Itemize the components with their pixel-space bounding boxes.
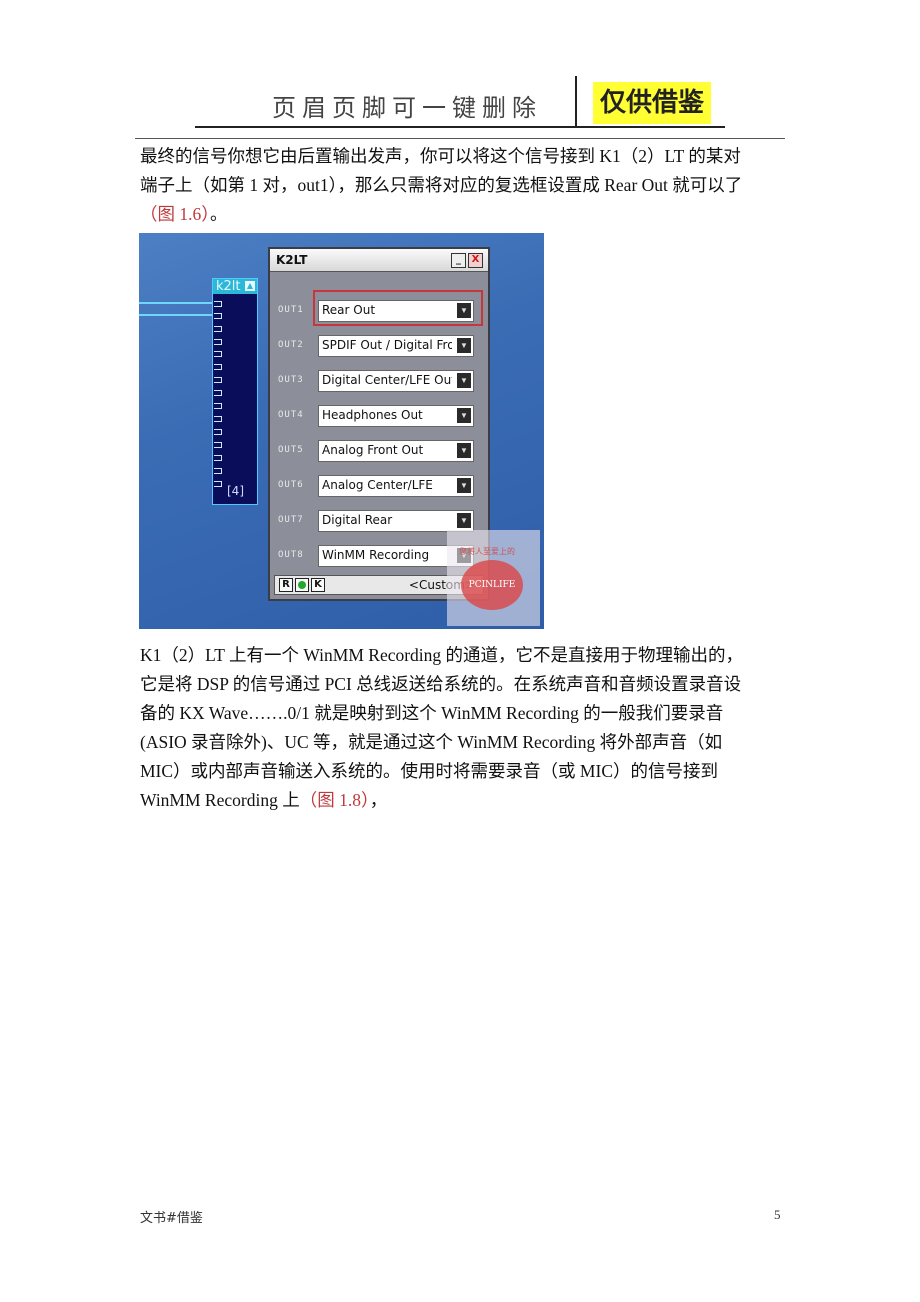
green-dot-button[interactable] [295, 578, 309, 592]
collapse-arrow-icon[interactable]: ▲ [245, 281, 255, 291]
close-button[interactable]: X [468, 253, 483, 268]
figure-ref-1-8: （图 1.8） [299, 790, 370, 810]
output-label: OUT3 [278, 375, 304, 385]
watermark: 您将人至爱上的 PCINLIFE [447, 530, 540, 626]
port[interactable] [214, 481, 222, 487]
output-7-select[interactable]: Digital Rear ▼ [318, 510, 474, 532]
port[interactable] [214, 339, 222, 345]
port[interactable] [214, 313, 222, 319]
k-button[interactable]: K [311, 578, 325, 592]
paragraph-2-line: (ASIO 录音除外)、UC 等，就是通过这个 WinMM Recording … [140, 732, 723, 752]
output-row-6: OUT6 Analog Center/LFE ▼ [278, 475, 478, 497]
k2lt-node-label: [4] [227, 484, 244, 498]
connection-wire [139, 302, 217, 304]
output-6-select[interactable]: Analog Center/LFE ▼ [318, 475, 474, 497]
window-title: K2LT [276, 253, 308, 267]
paragraph-2-line: WinMM Recording 上 [140, 790, 300, 810]
output-label: OUT4 [278, 410, 304, 420]
dropdown-arrow-icon[interactable]: ▼ [457, 373, 471, 388]
watermark-logo: PCINLIFE [461, 560, 523, 610]
port[interactable] [214, 442, 222, 448]
output-3-select[interactable]: Digital Center/LFE Out ▼ [318, 370, 474, 392]
footer-text: 文书#借鉴 [140, 1211, 203, 1226]
output-2-select[interactable]: SPDIF Out / Digital Fro ▼ [318, 335, 474, 357]
port[interactable] [214, 377, 222, 383]
paragraph-2: K1（2）LT 上有一个 WinMM Recording 的通道，它不是直接用于… [140, 641, 790, 815]
paragraph-1-line-1: 最终的信号你想它由后置输出发声，你可以将这个信号接到 K1（2）LT 的某对 [140, 146, 741, 166]
punct: ， [369, 790, 388, 810]
port[interactable] [214, 351, 222, 357]
port[interactable] [214, 468, 222, 474]
punct: 。 [210, 204, 228, 224]
minimize-button[interactable]: _ [451, 253, 466, 268]
output-label: OUT8 [278, 550, 304, 560]
window-titlebar: K2LT _ X [270, 249, 488, 272]
output-1-select[interactable]: Rear Out ▼ [318, 300, 474, 322]
port[interactable] [214, 403, 222, 409]
dropdown-arrow-icon[interactable]: ▼ [457, 303, 471, 318]
output-label: OUT7 [278, 515, 304, 525]
watermark-text: 您将人至爱上的 [459, 547, 515, 556]
k2lt-node[interactable]: k2lt ▲ [4] [212, 278, 258, 505]
reset-button[interactable]: R [279, 578, 293, 592]
output-5-select[interactable]: Analog Front Out ▼ [318, 440, 474, 462]
output-4-select[interactable]: Headphones Out ▼ [318, 405, 474, 427]
output-row-3: OUT3 Digital Center/LFE Out ▼ [278, 370, 478, 392]
port[interactable] [214, 416, 222, 422]
paragraph-2-line: MIC）或内部声音输送入系统的。使用时将需要录音（或 MIC）的信号接到 [140, 761, 718, 781]
connection-wire [139, 314, 217, 316]
output-row-4: OUT4 Headphones Out ▼ [278, 405, 478, 427]
header-divider [575, 76, 577, 126]
header-underline [135, 138, 785, 139]
port[interactable] [214, 326, 222, 332]
output-label: OUT1 [278, 305, 304, 315]
output-row-7: OUT7 Digital Rear ▼ [278, 510, 478, 532]
output-row-5: OUT5 Analog Front Out ▼ [278, 440, 478, 462]
paragraph-1-line-2: 端子上（如第 1 对，out1），那么只需将对应的复选框设置成 Rear Out… [140, 175, 743, 195]
dropdown-arrow-icon[interactable]: ▼ [457, 338, 471, 353]
port[interactable] [214, 301, 222, 307]
output-row-2: OUT2 SPDIF Out / Digital Fro ▼ [278, 335, 478, 357]
output-label: OUT6 [278, 480, 304, 490]
paragraph-2-line: K1（2）LT 上有一个 WinMM Recording 的通道，它不是直接用于… [140, 645, 744, 665]
paragraph-2-line: 备的 KX Wave…….0/1 就是映射到这个 WinMM Recording… [140, 703, 724, 723]
page-number: 5 [774, 1207, 781, 1222]
header-badge: 仅供借鉴 [593, 82, 711, 124]
paragraph-2-line: 它是将 DSP 的信号通过 PCI 总线返送给系统的。在系统声音和音频设置录音设 [140, 674, 742, 694]
paragraph-1: 最终的信号你想它由后置输出发声，你可以将这个信号接到 K1（2）LT 的某对 端… [140, 142, 790, 229]
dropdown-arrow-icon[interactable]: ▼ [457, 408, 471, 423]
output-label: OUT5 [278, 445, 304, 455]
dropdown-arrow-icon[interactable]: ▼ [457, 443, 471, 458]
port[interactable] [214, 364, 222, 370]
dropdown-arrow-icon[interactable]: ▼ [457, 478, 471, 493]
k2lt-node-title: k2lt [216, 279, 241, 294]
port[interactable] [214, 429, 222, 435]
port[interactable] [214, 455, 222, 461]
output-row-1: OUT1 Rear Out ▼ [278, 300, 478, 322]
header-rule [195, 126, 725, 128]
green-dot-icon [298, 581, 306, 589]
port[interactable] [214, 390, 222, 396]
figure-screenshot: k2lt ▲ [4] K2LT _ X OUT1 Rear Out ▼ OUT2… [139, 233, 544, 629]
output-label: OUT2 [278, 340, 304, 350]
header-text: 页眉页脚可一键删除 [272, 94, 542, 122]
dropdown-arrow-icon[interactable]: ▼ [457, 513, 471, 528]
figure-ref-1-6: （图 1.6） [140, 204, 210, 224]
